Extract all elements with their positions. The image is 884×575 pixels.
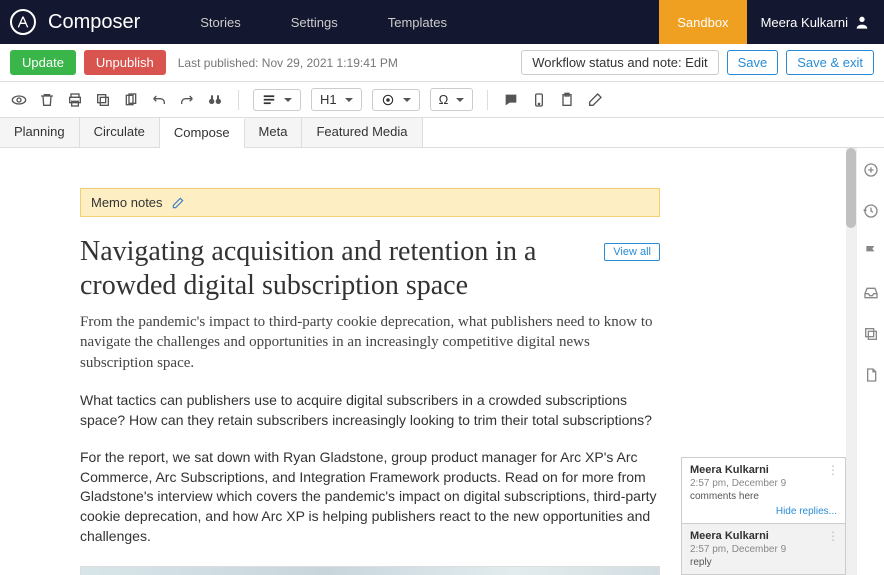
user-menu[interactable]: Meera Kulkarni bbox=[747, 14, 884, 30]
scrollbar-thumb[interactable] bbox=[846, 148, 856, 228]
add-icon[interactable] bbox=[863, 162, 879, 181]
memo-label: Memo notes bbox=[91, 195, 163, 210]
mobile-icon[interactable] bbox=[530, 91, 548, 109]
article-paragraph[interactable]: For the report, we sat down with Ryan Gl… bbox=[80, 448, 660, 546]
tab-meta[interactable]: Meta bbox=[245, 118, 303, 147]
block-type-dropdown[interactable] bbox=[253, 89, 301, 111]
redo-icon[interactable] bbox=[178, 91, 196, 109]
nav-link-settings[interactable]: Settings bbox=[291, 15, 338, 30]
print-icon[interactable] bbox=[66, 91, 84, 109]
comment-author: Meera Kulkarni bbox=[690, 530, 837, 542]
sandbox-badge[interactable]: Sandbox bbox=[659, 0, 746, 44]
comment-card[interactable]: ⋮ Meera Kulkarni 2:57 pm, December 9 com… bbox=[681, 457, 846, 524]
comment-author: Meera Kulkarni bbox=[690, 464, 837, 476]
user-name: Meera Kulkarni bbox=[761, 15, 848, 30]
featured-image-block[interactable]: Published bbox=[80, 566, 660, 575]
align-dropdown[interactable] bbox=[372, 89, 420, 111]
inbox-icon[interactable] bbox=[863, 285, 879, 304]
comment-body: comments here bbox=[690, 491, 837, 502]
hide-replies-link[interactable]: Hide replies... bbox=[690, 506, 837, 517]
trash-icon[interactable] bbox=[38, 91, 56, 109]
brand-logo[interactable] bbox=[10, 9, 36, 35]
last-published-label: Last published: Nov 29, 2021 1:19:41 PM bbox=[178, 56, 398, 70]
update-button[interactable]: Update bbox=[10, 50, 76, 75]
nav-links: Stories Settings Templates bbox=[200, 15, 659, 30]
document-icon[interactable] bbox=[863, 367, 879, 386]
article-paragraph[interactable]: What tactics can publishers use to acqui… bbox=[80, 391, 660, 430]
comment-icon[interactable] bbox=[502, 91, 520, 109]
user-icon bbox=[854, 14, 870, 30]
nav-link-stories[interactable]: Stories bbox=[200, 15, 240, 30]
action-bar: Update Unpublish Last published: Nov 29,… bbox=[0, 44, 884, 82]
special-char-dropdown[interactable]: Ω bbox=[430, 88, 474, 111]
article-subhead[interactable]: From the pandemic's impact to third-part… bbox=[80, 312, 660, 373]
editor-scroll[interactable]: Memo notes View all Navigating acquisiti… bbox=[0, 148, 846, 575]
binoculars-icon[interactable] bbox=[206, 91, 224, 109]
view-icon[interactable] bbox=[10, 91, 28, 109]
save-button[interactable]: Save bbox=[727, 50, 779, 75]
article-headline[interactable]: Navigating acquisition and retention in … bbox=[80, 235, 560, 302]
paste-icon[interactable] bbox=[558, 91, 576, 109]
document-tabs: Planning Circulate Compose Meta Featured… bbox=[0, 118, 884, 148]
comment-time: 2:57 pm, December 9 bbox=[690, 544, 837, 555]
right-rail bbox=[856, 148, 884, 575]
tab-circulate[interactable]: Circulate bbox=[80, 118, 160, 147]
comments-panel: ⋮ Meera Kulkarni 2:57 pm, December 9 com… bbox=[681, 458, 846, 575]
comment-body: reply bbox=[690, 557, 837, 568]
history-icon[interactable] bbox=[863, 203, 879, 222]
nav-link-templates[interactable]: Templates bbox=[388, 15, 447, 30]
view-all-button[interactable]: View all bbox=[604, 243, 660, 261]
duplicate-icon[interactable] bbox=[122, 91, 140, 109]
document: Memo notes View all Navigating acquisiti… bbox=[0, 148, 700, 575]
comment-menu-icon[interactable]: ⋮ bbox=[827, 530, 839, 542]
tab-planning[interactable]: Planning bbox=[0, 118, 80, 147]
comment-time: 2:57 pm, December 9 bbox=[690, 478, 837, 489]
copy-icon[interactable] bbox=[94, 91, 112, 109]
heading-dropdown[interactable]: H1 bbox=[311, 88, 362, 111]
editor-toolbar: H1 Ω bbox=[0, 82, 884, 118]
save-exit-button[interactable]: Save & exit bbox=[786, 50, 874, 75]
tab-compose[interactable]: Compose bbox=[160, 119, 245, 148]
copy-rail-icon[interactable] bbox=[863, 326, 879, 345]
workflow-button[interactable]: Workflow status and note: Edit bbox=[521, 50, 718, 75]
tab-featured-media[interactable]: Featured Media bbox=[302, 118, 422, 147]
memo-notes-bar[interactable]: Memo notes bbox=[80, 188, 660, 217]
edit-icon[interactable] bbox=[171, 196, 185, 210]
flag-icon[interactable] bbox=[863, 244, 879, 263]
top-nav: Composer Stories Settings Templates Sand… bbox=[0, 0, 884, 44]
content-area: Memo notes View all Navigating acquisiti… bbox=[0, 148, 884, 575]
unpublish-button[interactable]: Unpublish bbox=[84, 50, 166, 75]
scrollbar[interactable] bbox=[846, 148, 856, 575]
comment-card-reply[interactable]: ⋮ Meera Kulkarni 2:57 pm, December 9 rep… bbox=[681, 523, 846, 575]
undo-icon[interactable] bbox=[150, 91, 168, 109]
comment-menu-icon[interactable]: ⋮ bbox=[827, 464, 839, 476]
brand-name: Composer bbox=[48, 11, 140, 34]
eraser-icon[interactable] bbox=[586, 91, 604, 109]
